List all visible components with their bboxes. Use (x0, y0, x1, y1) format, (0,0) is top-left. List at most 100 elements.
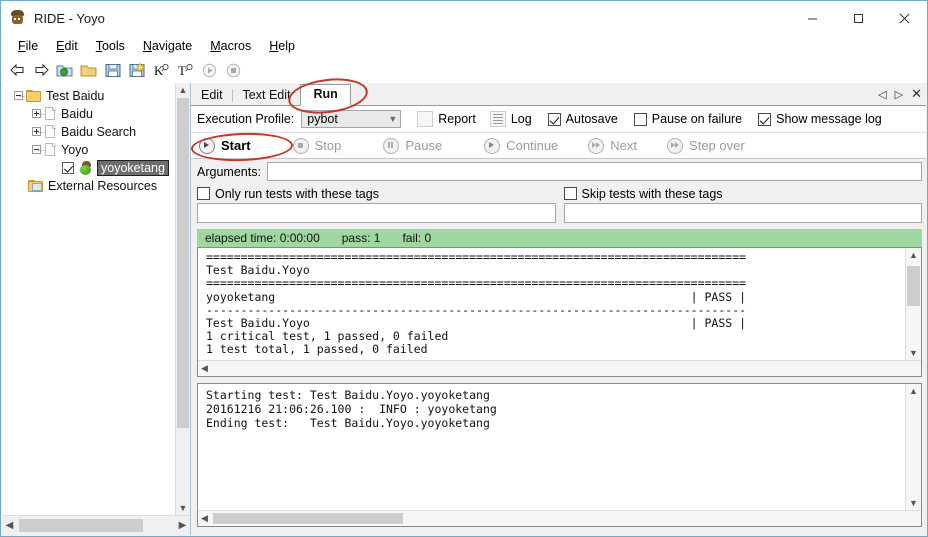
scroll-thumb[interactable] (907, 266, 920, 306)
minimize-icon[interactable] (789, 1, 835, 35)
message-log-horizontal-scrollbar[interactable]: ◀ ▶ (198, 510, 921, 526)
menu-tools[interactable]: Tools (87, 37, 134, 55)
scroll-down-icon[interactable]: ▼ (906, 496, 921, 511)
scroll-thumb[interactable] (19, 519, 143, 532)
tab-text-edit[interactable]: Text Edit (233, 86, 301, 105)
tree-horizontal-scrollbar[interactable]: ◀ ▶ (2, 515, 190, 535)
stop-button[interactable]: Stop (292, 137, 342, 154)
message-log-text[interactable]: Starting test: Test Baidu.Yoyo.yoyoketan… (198, 384, 906, 511)
scroll-up-icon[interactable]: ▲ (906, 248, 921, 263)
message-log-vertical-scrollbar[interactable]: ▲ ▼ (905, 384, 921, 511)
console-horizontal-scrollbar[interactable]: ◀ ▶ (198, 360, 921, 376)
tree-node-yoyoketang[interactable]: yoyoketang (2, 159, 176, 177)
tab-controls: ◁ ▷ ✕ (878, 86, 922, 102)
tree-node-baidu[interactable]: Baidu (2, 105, 176, 123)
step-over-button[interactable]: Step over (667, 137, 745, 154)
scroll-left-icon[interactable]: ◀ (198, 513, 211, 524)
show-message-log-checkbox-group[interactable]: Show message log (758, 112, 882, 126)
execution-profile-label: Execution Profile: (197, 112, 295, 126)
menu-edit[interactable]: Edit (47, 37, 87, 55)
autosave-checkbox-group[interactable]: Autosave (547, 112, 618, 126)
expander-plus-icon[interactable] (30, 123, 46, 141)
exclude-tags-group[interactable]: Skip tests with these tags (563, 184, 923, 203)
stop-label: Stop (314, 138, 342, 153)
tab-run[interactable]: Run (300, 84, 351, 106)
search-keyword-icon[interactable]: K (150, 59, 172, 81)
pause-on-failure-checkbox-group[interactable]: Pause on failure (633, 112, 742, 126)
expander-minus-icon[interactable] (30, 141, 46, 159)
pause-icon (383, 137, 400, 154)
report-button[interactable]: Report (438, 112, 476, 126)
tree-vertical-scrollbar[interactable]: ▲ ▼ (175, 83, 190, 515)
menu-navigate[interactable]: Navigate (134, 37, 201, 55)
menu-file[interactable]: File (9, 37, 47, 55)
start-button[interactable]: Start (199, 137, 251, 154)
scroll-corner (906, 361, 921, 376)
scroll-down-icon[interactable]: ▼ (906, 346, 921, 361)
maximize-icon[interactable] (835, 1, 881, 35)
chevron-down-icon: ▼ (388, 114, 398, 124)
console-vertical-scrollbar[interactable]: ▲ ▼ (905, 248, 921, 361)
scroll-down-icon[interactable]: ▼ (176, 501, 190, 515)
menu-macros[interactable]: Macros (201, 37, 260, 55)
run-status-bar: elapsed time: 0:00:00 pass: 1 fail: 0 (197, 229, 922, 247)
include-tags-checkbox[interactable] (197, 187, 210, 200)
tab-prev-icon[interactable]: ◁ (878, 88, 886, 101)
next-label: Next (610, 138, 638, 153)
run-icon[interactable] (198, 59, 220, 81)
pause-label: Pause (405, 138, 443, 153)
menu-help[interactable]: Help (260, 37, 304, 55)
show-message-log-checkbox[interactable] (758, 112, 772, 126)
exclude-tags-checkbox[interactable] (563, 187, 577, 200)
log-button[interactable]: Log (511, 112, 532, 126)
tree-node-yoyo[interactable]: Yoyo (2, 141, 176, 159)
step-over-label: Step over (689, 138, 745, 153)
tree-node-baidu-search[interactable]: Baidu Search (2, 123, 176, 141)
execution-profile-value: pybot (307, 112, 338, 126)
expander-minus-icon[interactable] (12, 87, 28, 105)
expander-plus-icon[interactable] (30, 105, 46, 123)
search-test-icon[interactable]: T (174, 59, 196, 81)
scroll-up-icon[interactable]: ▲ (906, 384, 921, 399)
pause-button[interactable]: Pause (383, 137, 443, 154)
scroll-left-icon[interactable]: ◀ (198, 363, 211, 374)
run-controls-bar: Start Stop Pause Continue Next Step over (191, 133, 926, 159)
console-output-text[interactable]: ========================================… (198, 248, 906, 361)
forward-arrow-icon[interactable] (30, 59, 52, 81)
include-tags-group[interactable]: Only run tests with these tags (197, 184, 556, 203)
execution-profile-select[interactable]: pybot ▼ (301, 110, 402, 128)
start-label: Start (221, 138, 251, 153)
console-output-panel: ========================================… (197, 247, 922, 377)
scroll-track[interactable] (211, 513, 908, 524)
scroll-right-icon[interactable]: ▶ (175, 520, 190, 531)
next-button[interactable]: Next (588, 137, 638, 154)
tree-node-test-baidu[interactable]: Test Baidu (2, 87, 176, 105)
scroll-thumb[interactable] (213, 513, 403, 524)
exclude-tags-input[interactable] (563, 203, 922, 223)
scroll-left-icon[interactable]: ◀ (2, 520, 17, 531)
tab-edit[interactable]: Edit (191, 86, 233, 105)
scroll-thumb[interactable] (177, 98, 189, 428)
autosave-checkbox[interactable] (547, 112, 561, 126)
save-icon[interactable] (102, 59, 124, 81)
tab-close-icon[interactable]: ✕ (911, 86, 922, 102)
menu-bar: File Edit Tools Navigate Macros Help (1, 35, 927, 57)
tab-next-icon[interactable]: ▷ (895, 88, 903, 101)
tag-inputs-row (191, 203, 926, 227)
back-arrow-icon[interactable] (6, 59, 28, 81)
open-file-icon[interactable] (78, 59, 100, 81)
save-all-icon[interactable] (126, 59, 148, 81)
testcase-checkbox[interactable] (62, 162, 74, 174)
scroll-track[interactable] (17, 519, 175, 532)
scroll-up-icon[interactable]: ▲ (176, 83, 190, 97)
pass-count-label: pass: 1 (341, 231, 381, 245)
tree-node-external-resources[interactable]: External Resources (2, 177, 176, 195)
continue-button[interactable]: Continue (484, 137, 558, 154)
open-directory-icon[interactable] (54, 59, 76, 81)
scroll-track[interactable] (211, 363, 908, 374)
pause-on-failure-checkbox[interactable] (633, 112, 647, 126)
close-icon[interactable] (881, 1, 927, 35)
include-tags-input[interactable] (197, 203, 556, 223)
stop-icon[interactable] (222, 59, 244, 81)
arguments-input[interactable] (266, 162, 922, 181)
